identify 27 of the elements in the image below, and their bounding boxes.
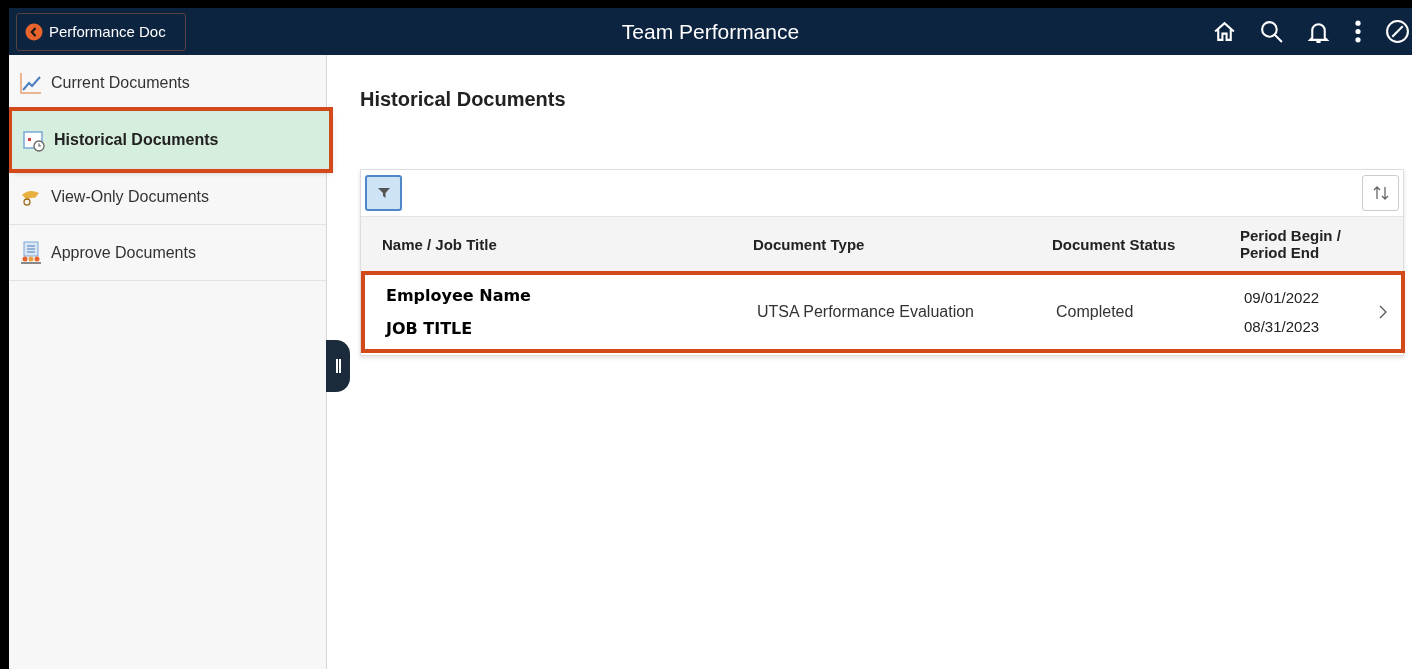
search-icon[interactable] bbox=[1259, 19, 1284, 44]
collapse-handle[interactable] bbox=[326, 340, 350, 392]
column-header: Period Begin / Period End bbox=[1240, 227, 1342, 261]
column-header: Document Status bbox=[1052, 235, 1177, 253]
sidebar-item[interactable]: Approve Documents bbox=[9, 225, 326, 281]
document-type: UTSA Performance Evaluation bbox=[757, 303, 975, 321]
sidebar-item[interactable]: View-Only Documents bbox=[9, 169, 326, 225]
back-button[interactable]: Performance Doc bbox=[16, 12, 186, 51]
period-end: 08/31/2023 bbox=[1244, 318, 1321, 335]
document-status: Completed bbox=[1056, 303, 1135, 321]
column-header: Document Type bbox=[753, 235, 866, 253]
column-header: Name / Job Title bbox=[382, 235, 498, 253]
filter-button[interactable] bbox=[365, 175, 402, 211]
employee-name: Employee Name bbox=[386, 286, 532, 305]
line-chart-icon bbox=[19, 70, 43, 95]
table-row[interactable]: Employee Name JOB TITLE UTSA Performance Evaluation Completed 09/01/2022 08/31/2023 bbox=[361, 271, 1405, 353]
job-title: JOB TITLE bbox=[386, 319, 474, 338]
period-begin: 09/01/2022 bbox=[1244, 289, 1321, 306]
more-icon[interactable] bbox=[1353, 19, 1363, 44]
approval-list-icon bbox=[19, 240, 43, 265]
home-icon[interactable] bbox=[1212, 19, 1237, 44]
sort-icon bbox=[1371, 184, 1390, 202]
page-header-title: Team Performance bbox=[621, 19, 800, 44]
chevron-right-icon bbox=[1379, 305, 1387, 319]
section-title: Historical Documents bbox=[360, 88, 567, 111]
sort-button[interactable] bbox=[1362, 175, 1399, 211]
back-icon bbox=[25, 22, 43, 41]
